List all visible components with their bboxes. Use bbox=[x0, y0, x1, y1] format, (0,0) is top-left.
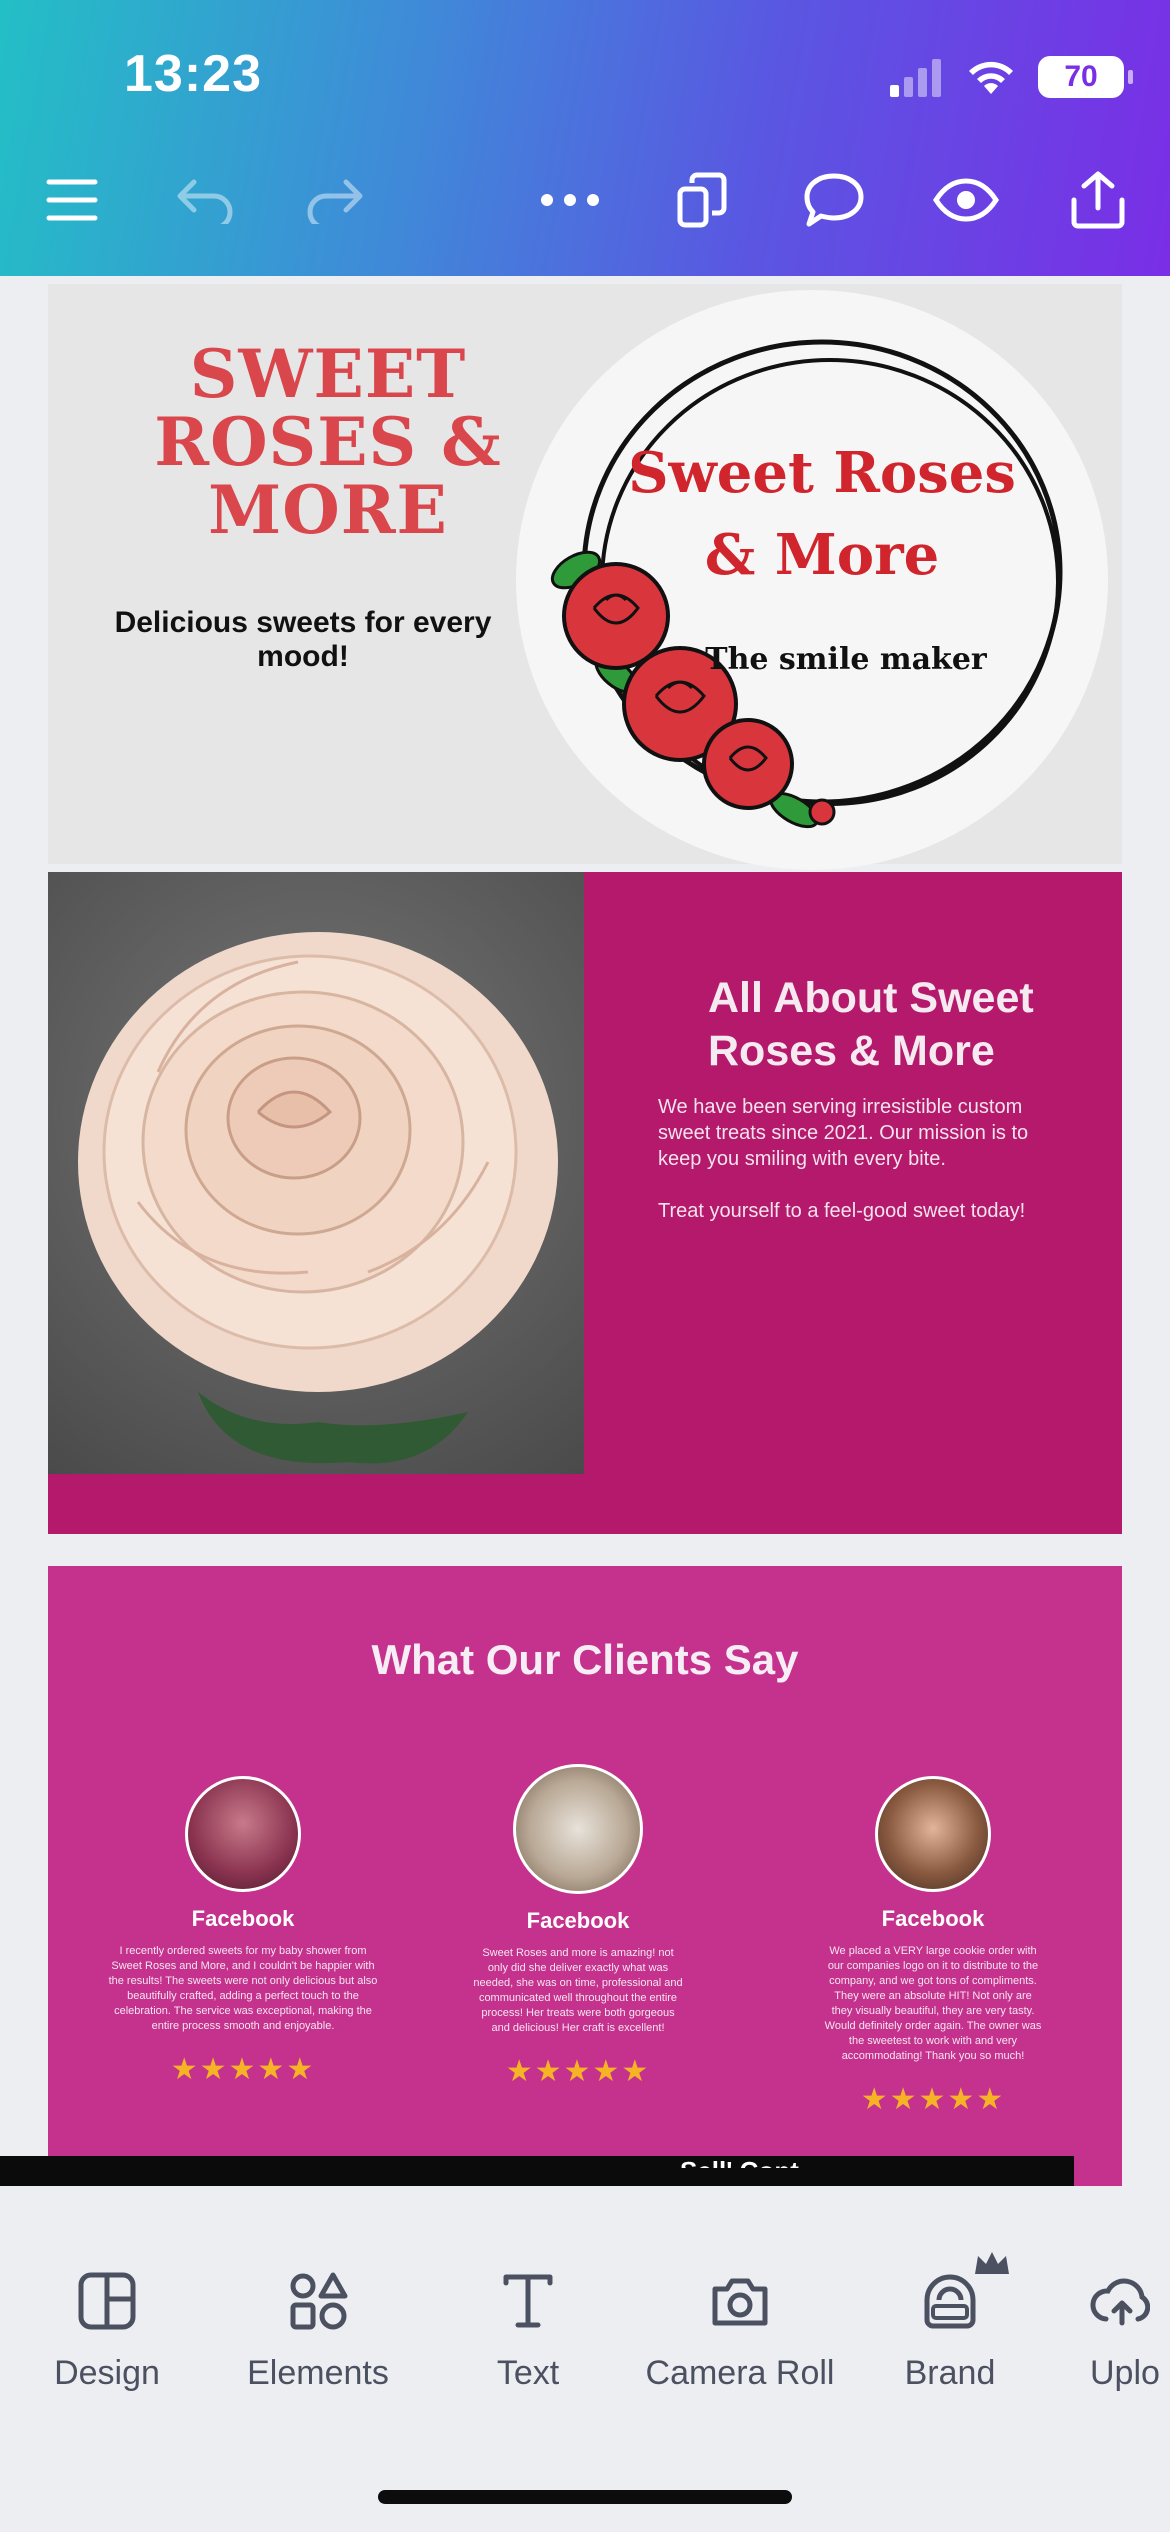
avatar bbox=[875, 1776, 991, 1892]
more-options-button[interactable] bbox=[530, 160, 610, 240]
banner-title[interactable]: SWEET ROSES & MORE bbox=[108, 340, 548, 544]
about-cta[interactable]: Treat yourself to a feel-good sweet toda… bbox=[658, 1198, 1078, 1224]
hamburger-menu-icon bbox=[46, 179, 98, 221]
tool-design[interactable]: Design bbox=[52, 2266, 162, 2393]
camera-icon bbox=[712, 2278, 768, 2326]
tool-text[interactable]: Text bbox=[478, 2266, 578, 2393]
signal-icon bbox=[890, 59, 941, 97]
testimonials-title[interactable]: What Our Clients Say bbox=[48, 1636, 1122, 1684]
about-body[interactable]: We have been serving irresistible custom… bbox=[658, 1094, 1058, 1172]
page-about[interactable]: All About Sweet Roses & More We have bee… bbox=[48, 872, 1122, 1534]
text-icon bbox=[503, 2274, 553, 2328]
tool-elements-label: Elements bbox=[247, 2354, 389, 2392]
logo-title-line2: & More bbox=[704, 522, 940, 588]
testimonial-source: Facebook bbox=[881, 1906, 985, 1931]
tool-brand[interactable]: Brand bbox=[900, 2252, 1009, 2393]
logo-subtitle: The smile maker bbox=[705, 642, 987, 677]
tool-camera-roll[interactable]: Camera Roll bbox=[640, 2266, 840, 2393]
battery-indicator: 70 bbox=[1038, 56, 1133, 98]
crown-icon bbox=[975, 2252, 1009, 2274]
testimonial-text: I recently ordered sweets for my baby sh… bbox=[108, 1945, 378, 2032]
eye-icon bbox=[933, 178, 999, 222]
comment-button[interactable] bbox=[794, 160, 874, 240]
design-canvas[interactable]: SWEET ROSES & MORE Delicious sweets for … bbox=[0, 276, 1170, 2186]
rose-cluster-icon bbox=[550, 550, 836, 829]
testimonial-card[interactable]: Facebook We placed a VERY large cookie o… bbox=[808, 1776, 1058, 2117]
tool-camera-roll-label: Camera Roll bbox=[645, 2354, 835, 2392]
tool-brand-label: Brand bbox=[904, 2354, 996, 2392]
wifi-icon bbox=[969, 61, 1013, 94]
page-testimonials[interactable]: What Our Clients Say Facebook I recently… bbox=[48, 1566, 1122, 2186]
rating-stars: ★★★★★ bbox=[505, 2055, 651, 2088]
pages-icon bbox=[677, 172, 727, 228]
testimonial-source: Facebook bbox=[526, 1908, 630, 1933]
logo-title-line1: Sweet Roses bbox=[628, 440, 1016, 506]
testimonial-card[interactable]: Facebook I recently ordered sweets for m… bbox=[98, 1776, 388, 2087]
avatar bbox=[513, 1764, 643, 1894]
undo-button[interactable] bbox=[166, 160, 246, 240]
brand-icon bbox=[924, 2274, 976, 2329]
avatar bbox=[185, 1776, 301, 1892]
preview-button[interactable] bbox=[926, 160, 1006, 240]
redo-button[interactable] bbox=[294, 160, 374, 240]
rating-stars: ★★★★★ bbox=[860, 2083, 1006, 2116]
rose-image-icon bbox=[78, 932, 558, 1464]
redo-icon bbox=[307, 179, 363, 224]
editor-toolbar bbox=[0, 160, 1170, 240]
bottom-toolbar: Design Elements Text Camera Roll Brand U… bbox=[0, 2186, 1170, 2532]
rose-photo[interactable] bbox=[48, 872, 584, 1474]
logo-badge[interactable]: Sweet Roses & More The smile maker bbox=[516, 290, 1108, 870]
home-indicator[interactable] bbox=[378, 2490, 792, 2504]
banner-tagline[interactable]: Delicious sweets for every mood! bbox=[68, 606, 538, 674]
testimonial-text: We placed a VERY large cookie order with… bbox=[824, 1945, 1042, 2062]
tool-text-label: Text bbox=[496, 2354, 560, 2392]
comment-icon bbox=[804, 173, 864, 227]
testimonial-source: Facebook bbox=[191, 1906, 295, 1931]
next-page-title: Sell' Cont… bbox=[680, 2156, 825, 2168]
testimonial-card[interactable]: Facebook Sweet Roses and more is amazing… bbox=[458, 1764, 698, 2089]
undo-icon bbox=[177, 179, 233, 224]
pages-button[interactable] bbox=[662, 160, 742, 240]
tool-uploads[interactable]: Uplo bbox=[1090, 2266, 1170, 2393]
about-heading[interactable]: All About Sweet Roses & More bbox=[708, 972, 1108, 1078]
upload-icon bbox=[1090, 2278, 1150, 2326]
rating-stars: ★★★★★ bbox=[170, 2053, 316, 2086]
share-button[interactable] bbox=[1058, 160, 1138, 240]
top-header: 13:23 70 bbox=[0, 0, 1170, 276]
tool-elements[interactable]: Elements bbox=[238, 2266, 398, 2393]
page-banner[interactable]: SWEET ROSES & MORE Delicious sweets for … bbox=[48, 284, 1122, 870]
status-icons: 70 bbox=[888, 52, 1133, 102]
shapes-icon bbox=[290, 2272, 348, 2330]
share-icon bbox=[1071, 171, 1125, 229]
next-page-preview[interactable] bbox=[0, 2156, 1074, 2186]
status-time: 13:23 bbox=[124, 45, 262, 103]
menu-button[interactable] bbox=[32, 160, 112, 240]
testimonial-text: Sweet Roses and more is amazing! not onl… bbox=[473, 1947, 683, 2034]
tool-design-label: Design bbox=[54, 2354, 160, 2392]
more-dots-icon bbox=[541, 194, 599, 206]
tool-uploads-label: Uplo bbox=[1090, 2354, 1160, 2392]
layout-icon bbox=[78, 2272, 136, 2330]
